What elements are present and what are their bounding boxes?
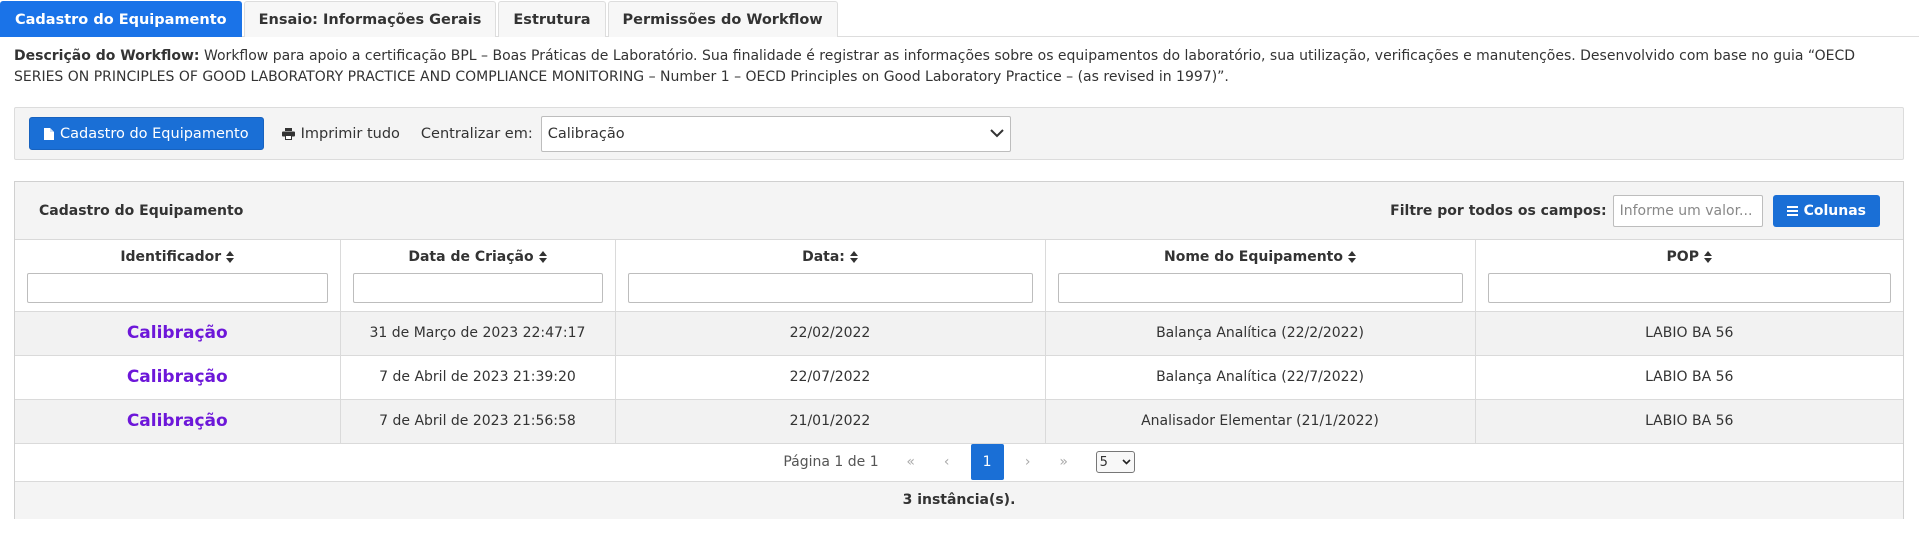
column-header: Nome do Equipamento <box>1045 240 1476 312</box>
record-link[interactable]: Calibração <box>127 411 228 431</box>
list-icon <box>1786 205 1798 216</box>
column-header: POP <box>1475 240 1903 312</box>
table-cell: Analisador Elementar (21/1/2022) <box>1045 399 1476 444</box>
print-all-label: Imprimir tudo <box>300 125 400 142</box>
print-icon <box>281 127 295 140</box>
column-header-label[interactable]: Data de Criação <box>408 249 533 265</box>
cadastro-equipamento-button[interactable]: Cadastro do Equipamento <box>29 117 264 150</box>
cadastro-equipamento-button-label: Cadastro do Equipamento <box>60 125 249 142</box>
table-cell: 21/01/2022 <box>615 399 1046 444</box>
page-info: Página 1 de 1 <box>783 454 879 470</box>
panel-title: Cadastro do Equipamento <box>39 202 244 219</box>
table-header-row: Identificador Data de Criação Data: Nome… <box>15 240 1903 312</box>
record-link[interactable]: Calibração <box>127 323 228 343</box>
table-cell: LABIO BA 56 <box>1475 399 1903 444</box>
table-cell: 22/07/2022 <box>615 355 1046 400</box>
tab-bar: Cadastro do Equipamento Ensaio: Informaç… <box>0 0 1919 37</box>
records-panel: Cadastro do Equipamento Filtre por todos… <box>14 181 1904 519</box>
sort-icon[interactable] <box>849 251 858 263</box>
page-size-select[interactable]: 5 <box>1095 451 1135 473</box>
table-cell: 31 de Março de 2023 22:47:17 <box>340 311 616 356</box>
column-header-label[interactable]: Identificador <box>120 249 221 265</box>
prev-page-icon[interactable]: ‹ <box>929 454 965 470</box>
table-cell: 7 de Abril de 2023 21:39:20 <box>340 355 616 400</box>
center-on-value: Calibração <box>547 125 625 142</box>
tab-permissoes-do-workflow[interactable]: Permissões do Workflow <box>607 1 838 37</box>
page-size-value: 5 <box>1099 454 1108 470</box>
column-header-label[interactable]: Data: <box>802 249 845 265</box>
chevron-down-icon <box>1122 459 1131 465</box>
table-cell: 22/02/2022 <box>615 311 1046 356</box>
column-filter-input[interactable] <box>1487 273 1891 303</box>
column-header-label[interactable]: POP <box>1667 249 1699 265</box>
sort-icon[interactable] <box>538 251 547 263</box>
records-table: Identificador Data de Criação Data: Nome… <box>15 240 1903 444</box>
table-cell: LABIO BA 56 <box>1475 311 1903 356</box>
column-header-label[interactable]: Nome do Equipamento <box>1164 249 1343 265</box>
current-page-button[interactable]: 1 <box>970 444 1004 480</box>
table-cell: 7 de Abril de 2023 21:56:58 <box>340 399 616 444</box>
center-on-select[interactable]: Calibração <box>540 115 1011 152</box>
first-page-icon[interactable]: « <box>893 454 929 470</box>
table-row: Calibração 31 de Março de 2023 22:47:17 … <box>15 311 1903 356</box>
column-header: Identificador <box>15 240 341 312</box>
sort-icon[interactable] <box>1703 251 1712 263</box>
column-filter-input[interactable] <box>1057 273 1463 303</box>
table-cell: Calibração <box>15 399 341 444</box>
column-filter-input[interactable] <box>352 273 603 303</box>
tab-ensaio-informacoes-gerais[interactable]: Ensaio: Informações Gerais <box>243 1 497 37</box>
column-header: Data: <box>615 240 1046 312</box>
table-row: Calibração 7 de Abril de 2023 21:39:20 2… <box>15 355 1903 400</box>
column-filter-input[interactable] <box>27 273 328 303</box>
column-filter-input[interactable] <box>627 273 1033 303</box>
table-cell: Balança Analítica (22/7/2022) <box>1045 355 1476 400</box>
global-filter: Filtre por todos os campos: Informe um v… <box>1390 194 1880 227</box>
columns-button[interactable]: Colunas <box>1772 194 1880 227</box>
sort-icon[interactable] <box>226 251 235 263</box>
sort-icon[interactable] <box>1348 251 1356 263</box>
center-on-label: Centralizar em: <box>420 125 533 142</box>
last-page-icon[interactable]: » <box>1046 454 1082 470</box>
description-label: Descrição do Workflow: <box>14 48 200 64</box>
column-header: Data de Criação <box>340 240 616 312</box>
table-row: Calibração 7 de Abril de 2023 21:56:58 2… <box>15 399 1903 444</box>
tab-cadastro-do-equipamento[interactable]: Cadastro do Equipamento <box>0 1 242 37</box>
next-page-icon[interactable]: › <box>1010 454 1046 470</box>
instance-count: 3 instância(s). <box>15 481 1903 519</box>
columns-button-label: Colunas <box>1803 202 1866 219</box>
chevron-down-icon <box>990 129 1004 138</box>
record-link[interactable]: Calibração <box>127 367 228 387</box>
global-filter-label: Filtre por todos os campos: <box>1390 202 1607 219</box>
toolbar: Cadastro do Equipamento Imprimir tudo Ce… <box>14 107 1904 160</box>
panel-header: Cadastro do Equipamento Filtre por todos… <box>15 182 1903 240</box>
global-filter-input[interactable]: Informe um valor... <box>1612 194 1763 227</box>
file-icon <box>44 127 54 140</box>
table-cell: Calibração <box>15 311 341 356</box>
tab-estrutura[interactable]: Estrutura <box>498 1 606 37</box>
description-text: Workflow para apoio a certificação BPL –… <box>14 48 1856 85</box>
print-all-button[interactable]: Imprimir tudo <box>281 125 400 142</box>
table-cell: Calibração <box>15 355 341 400</box>
table-cell: LABIO BA 56 <box>1475 355 1903 400</box>
pagination: Página 1 de 1 « ‹ 1 › » 5 <box>15 443 1903 482</box>
table-cell: Balança Analítica (22/2/2022) <box>1045 311 1476 356</box>
